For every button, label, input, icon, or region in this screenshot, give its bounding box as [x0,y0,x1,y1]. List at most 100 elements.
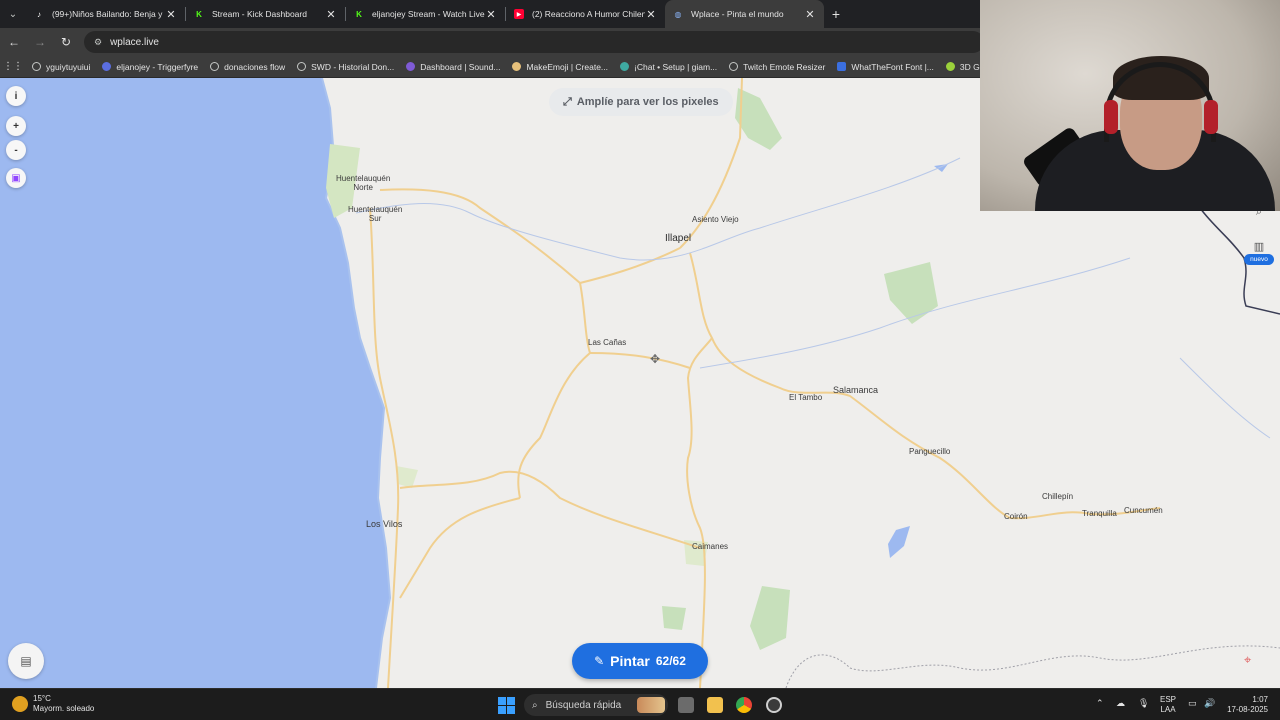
soundalerts-icon [406,62,416,71]
windows-start-icon[interactable] [498,697,515,714]
volume-icon[interactable]: 🔊 [1204,698,1215,709]
globe-icon: ◍ [674,9,682,19]
twitch-icon[interactable]: ▣ [6,168,26,188]
globe-icon [297,62,307,71]
park-area [396,466,418,488]
bookmark-item[interactable]: Dashboard | Sound... [400,62,506,72]
onedrive-icon[interactable]: ☁ [1116,698,1125,709]
zoom-icon: ⤢ [563,95,572,108]
pintar-label: Pintar [610,653,650,669]
headset-ear-right [1204,100,1218,134]
tab-title: (99+)Niños Bailando: Benja y Er [52,9,165,19]
place-label: Cuncumén [1124,506,1163,515]
tab-search-button[interactable]: ⌄ [0,0,26,28]
bookmark-item[interactable]: MakeEmoji | Create... [506,62,614,72]
weather-condition: Mayorm. soleado [33,704,95,713]
search-highlight-image [637,697,665,713]
forward-icon[interactable]: → [28,30,52,54]
bookmark-item[interactable]: yguiytuyuiui [26,62,96,72]
close-tab-icon[interactable]: ✕ [325,8,337,21]
close-tab-icon[interactable]: ✕ [485,8,497,21]
bookmark-item[interactable]: ¡Chat • Setup | giam... [614,62,723,72]
tab-kick-stream[interactable]: K eljanojey Stream - Watch Live o ✕ [346,0,505,28]
tiktok-icon: ♪ [37,9,41,19]
pixel-charges: 62/62 [655,654,686,668]
url-text: wplace.live [110,36,159,48]
bookmark-label: Twitch Emote Resizer [743,61,826,72]
tray-chevron-icon[interactable]: ⌃ [1096,698,1104,709]
kick-icon: K [356,9,362,19]
display-icon[interactable]: ▭ [1188,698,1197,709]
leaderboard-icon[interactable]: ▥ [1244,240,1274,253]
place-label: El Tambo [789,393,823,402]
bookmark-item[interactable]: Twitch Emote Resizer [723,62,831,72]
bookmark-label: eljanojey - Triggerfyre [116,61,199,72]
close-tab-icon[interactable]: ✕ [804,8,816,21]
tab-kick-dashboard[interactable]: K Stream - Kick Dashboard ✕ [186,0,345,28]
obs-icon[interactable] [766,697,782,713]
place-label: Las Cañas [588,338,627,347]
tab-wplace[interactable]: ◍ Wplace - Pinta el mundo ✕ [665,0,824,28]
zoom-out-button[interactable]: - [6,140,26,160]
template-button[interactable]: ▤ [8,643,44,679]
place-label: Tranquilla [1082,509,1117,518]
chat-icon [620,62,630,71]
task-view-icon[interactable] [678,697,694,713]
close-tab-icon[interactable]: ✕ [165,8,177,21]
place-label: Asiento Viejo [692,215,739,224]
weather-widget[interactable]: 15°C Mayorm. soleado [12,694,94,714]
bookmark-item[interactable]: donaciones flow [204,62,291,72]
whatthefont-icon [837,62,847,71]
time: 1:07 [1252,695,1268,704]
apps-grid-icon[interactable]: ⋮⋮ [0,61,26,72]
zoom-in-button[interactable]: + [6,116,26,136]
tab-tiktok[interactable]: ♪ (99+)Niños Bailando: Benja y Er ✕ [26,0,185,28]
triggerfyre-icon [102,62,112,71]
tab-title: eljanojey Stream - Watch Live o [372,9,485,19]
place-label: Chillepín [1042,492,1074,501]
search-icon: ⌕ [532,699,538,711]
bookmark-item[interactable]: SWD - Historial Don... [291,62,400,72]
address-bar[interactable]: ⚙ wplace.live [84,31,984,53]
bookmark-item[interactable]: WhatTheFont Font |... [831,62,940,72]
date: 17-08-2025 [1227,705,1268,714]
microphone-icon[interactable]: 🎙 [1138,698,1149,709]
park-area [884,262,938,324]
site-info-icon[interactable]: ⚙ [94,37,102,48]
new-badge: nuevo [1244,254,1274,265]
locate-icon[interactable]: ⌖ [1244,652,1251,668]
place-label: Illapel [665,233,692,244]
new-tab-button[interactable]: + [824,0,848,28]
taskbar: 15°C Mayorm. soleado ⌕ Búsqueda rápida ⌃… [0,688,1280,720]
youtube-icon: ▶ [514,9,524,19]
search-placeholder: Búsqueda rápida [545,699,622,711]
bookmark-label: donaciones flow [224,61,286,72]
globe-icon [210,62,220,71]
pintar-button[interactable]: ✎ Pintar 62/62 [572,643,708,679]
close-tab-icon[interactable]: ✕ [645,8,657,21]
tab-youtube[interactable]: ▶ (2) Reacciono A Humor Chileno ✕ [506,0,665,28]
bookmark-item[interactable]: eljanojey - Triggerfyre [96,62,204,72]
place-label: Caimanes [692,542,729,551]
info-button[interactable]: i [6,86,26,106]
file-explorer-icon[interactable] [707,697,723,713]
taskbar-search[interactable]: ⌕ Búsqueda rápida [524,694,668,716]
globe-icon [32,62,41,71]
tab-title: Stream - Kick Dashboard [212,9,307,19]
bookmark-label: MakeEmoji | Create... [526,61,609,72]
bookmark-label: yguiytuyuiui [46,61,91,72]
bookmark-label: WhatTheFont Font |... [851,61,934,72]
chrome-icon[interactable] [736,697,752,713]
reload-icon[interactable]: ↻ [54,30,78,54]
clock[interactable]: 1:07 17-08-2025 [1224,695,1268,715]
brush-icon: ✎ [594,654,605,668]
place-label: Coirón [1004,512,1028,521]
place-label: Los Vilos [366,519,403,529]
move-cursor-icon: ✥ [650,352,661,366]
bookmark-label: Dashboard | Sound... [420,61,501,72]
gifmaker-icon [945,62,955,71]
weather-sun-icon [12,696,28,712]
language-indicator[interactable]: ESP LAA [1160,695,1176,715]
tab-title: Wplace - Pinta el mundo [691,9,784,19]
back-icon[interactable]: ← [2,30,26,54]
